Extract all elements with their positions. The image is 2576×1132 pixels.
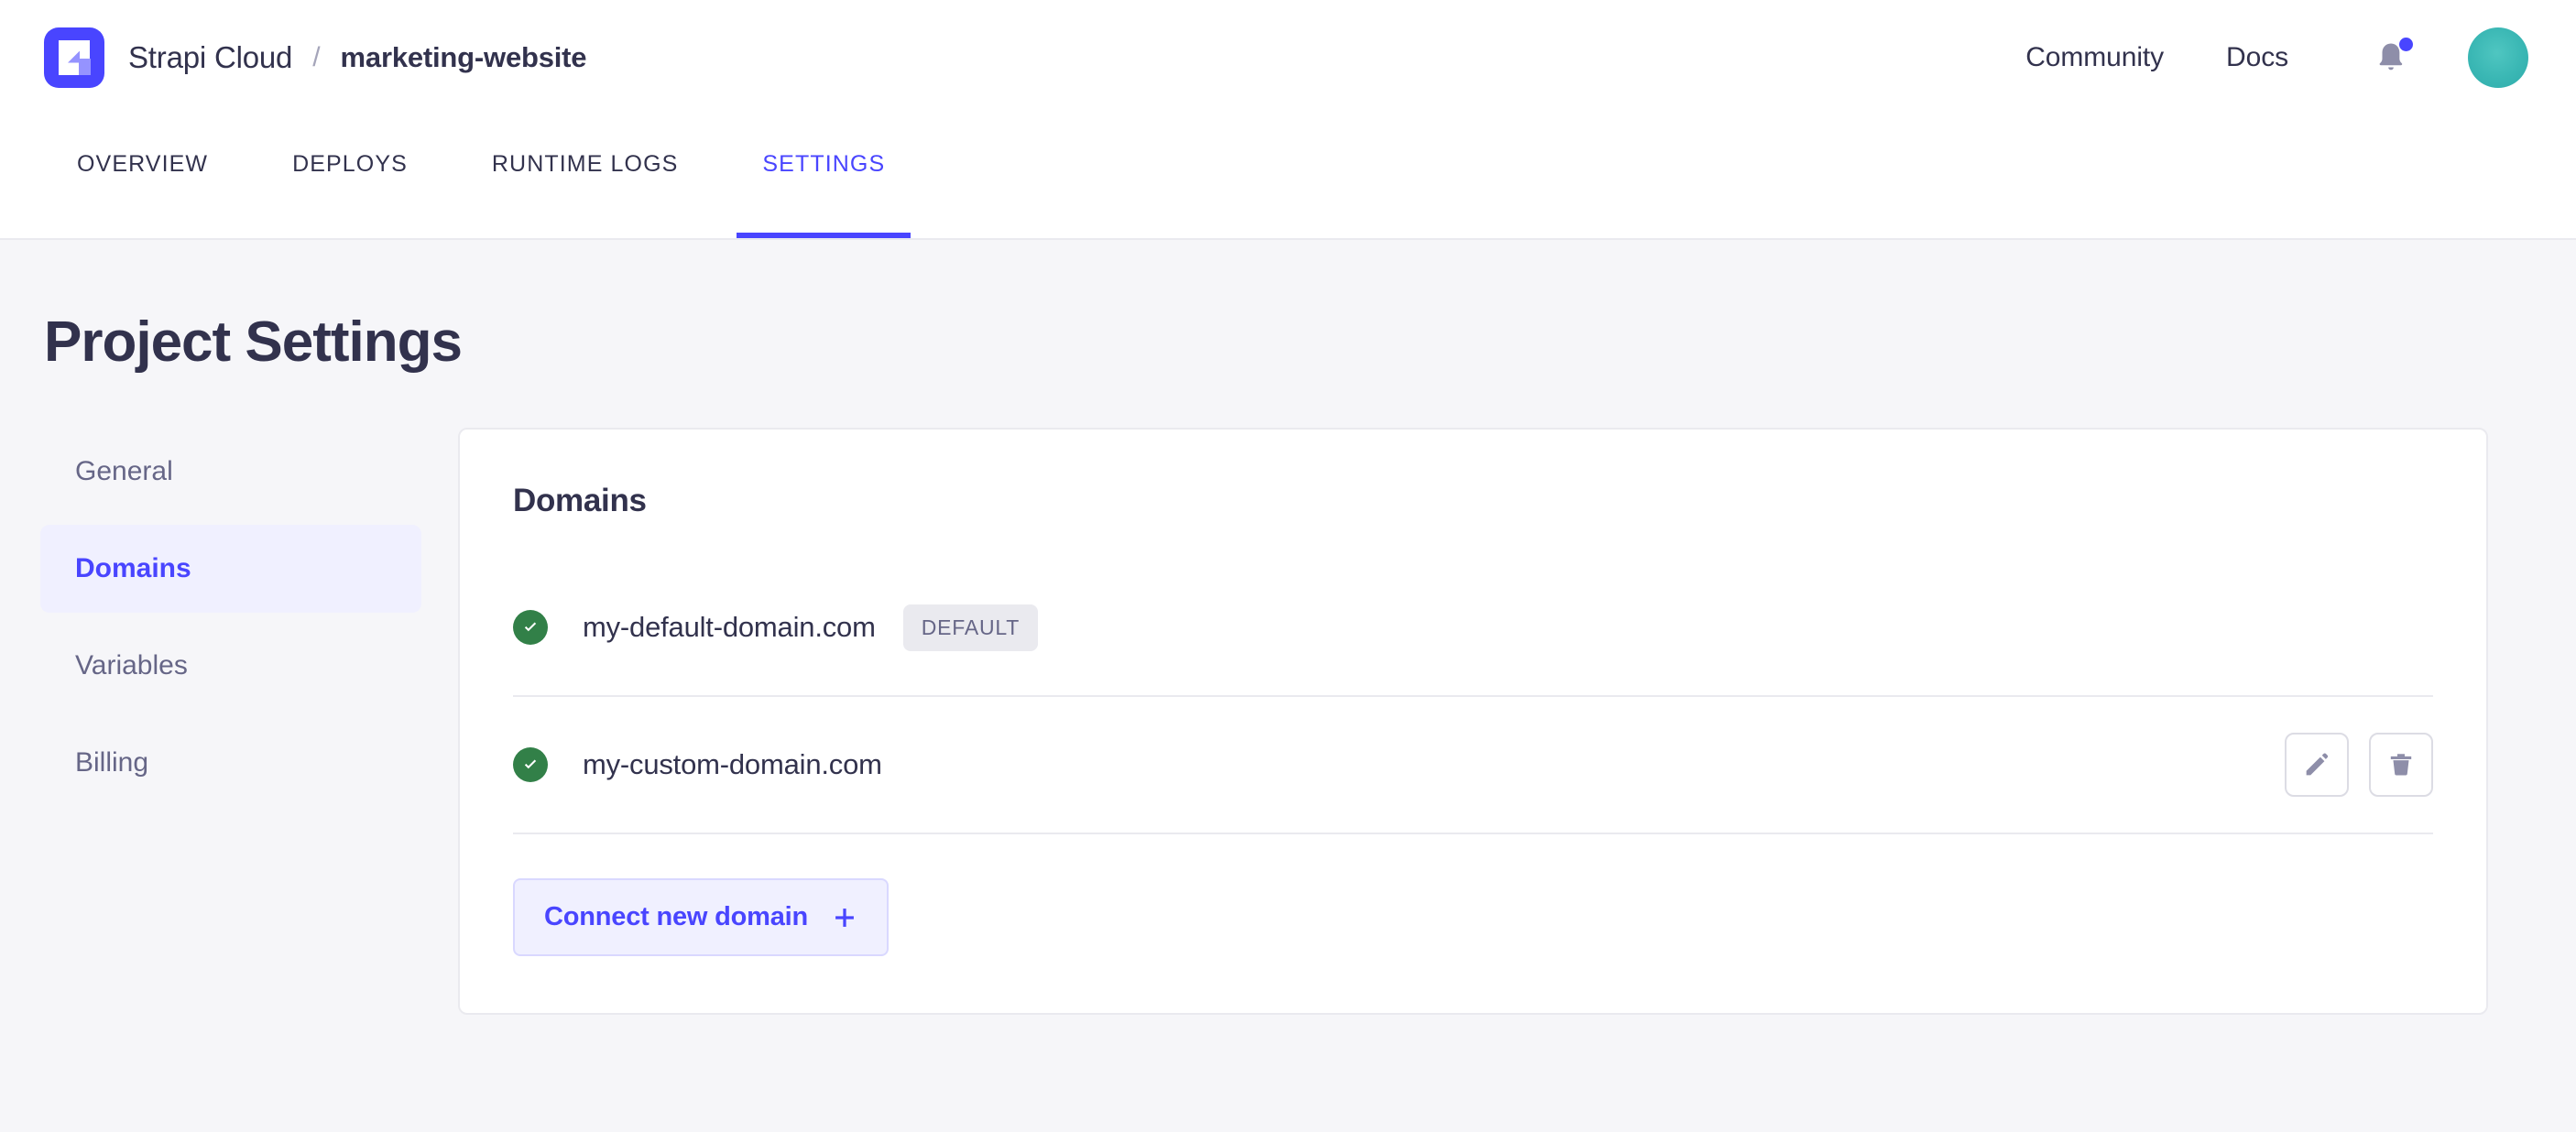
breadcrumb-separator: / — [312, 42, 320, 73]
page-title: Project Settings — [0, 240, 2576, 375]
breadcrumb-project-name[interactable]: marketing-website — [341, 41, 587, 74]
page-body: Project Settings General Domains Variabl… — [0, 240, 2576, 1130]
notifications-button[interactable] — [2363, 30, 2418, 85]
tab-deploys[interactable]: DEPLOYS — [292, 114, 408, 238]
top-navigation-bar: Strapi Cloud / marketing-website Communi… — [0, 0, 2576, 114]
app-root: Strapi Cloud / marketing-website Communi… — [0, 0, 2576, 1132]
connect-new-domain-button[interactable]: Connect new domain — [513, 878, 889, 956]
breadcrumb: Strapi Cloud / marketing-website — [44, 27, 586, 88]
brand-name[interactable]: Strapi Cloud — [128, 40, 292, 75]
delete-domain-button[interactable] — [2369, 733, 2433, 797]
connect-domain-area: Connect new domain — [513, 834, 2433, 1013]
domains-card-title: Domains — [513, 430, 2433, 519]
sidebar-item-general[interactable]: General — [40, 428, 421, 516]
table-row: my-custom-domain.com — [513, 697, 2433, 834]
nav-link-docs[interactable]: Docs — [2195, 42, 2319, 73]
sidebar-item-variables[interactable]: Variables — [40, 622, 421, 710]
edit-domain-button[interactable] — [2285, 733, 2349, 797]
connect-new-domain-label: Connect new domain — [544, 902, 808, 932]
check-circle-icon — [513, 747, 548, 782]
notification-dot — [2399, 38, 2413, 51]
settings-sidebar: General Domains Variables Billing — [0, 428, 421, 816]
tab-overview[interactable]: OVERVIEW — [77, 114, 208, 238]
row-actions — [2285, 733, 2433, 797]
status-badge: DEFAULT — [903, 604, 1038, 651]
user-avatar[interactable] — [2468, 27, 2528, 88]
domain-name: my-custom-domain.com — [583, 748, 882, 781]
table-row: my-default-domain.com DEFAULT — [513, 560, 2433, 697]
sidebar-item-billing[interactable]: Billing — [40, 719, 421, 807]
check-circle-icon — [513, 610, 548, 645]
top-navigation-right: Community Docs — [1994, 27, 2528, 88]
plus-icon — [832, 905, 857, 931]
tab-runtime-logs[interactable]: RUNTIME LOGS — [492, 114, 679, 238]
pencil-icon — [2302, 750, 2331, 779]
domains-card: Domains my-default-domain.com DEFAULT — [458, 428, 2488, 1015]
domain-name: my-default-domain.com — [583, 611, 876, 644]
sidebar-item-domains[interactable]: Domains — [40, 525, 421, 613]
tab-settings[interactable]: SETTINGS — [762, 114, 885, 238]
trash-icon — [2386, 750, 2416, 779]
nav-link-community[interactable]: Community — [1994, 42, 2195, 73]
settings-layout: General Domains Variables Billing Domain… — [0, 375, 2576, 1015]
project-tabs: OVERVIEW DEPLOYS RUNTIME LOGS SETTINGS — [0, 114, 2576, 240]
strapi-logo-icon[interactable] — [44, 27, 104, 88]
